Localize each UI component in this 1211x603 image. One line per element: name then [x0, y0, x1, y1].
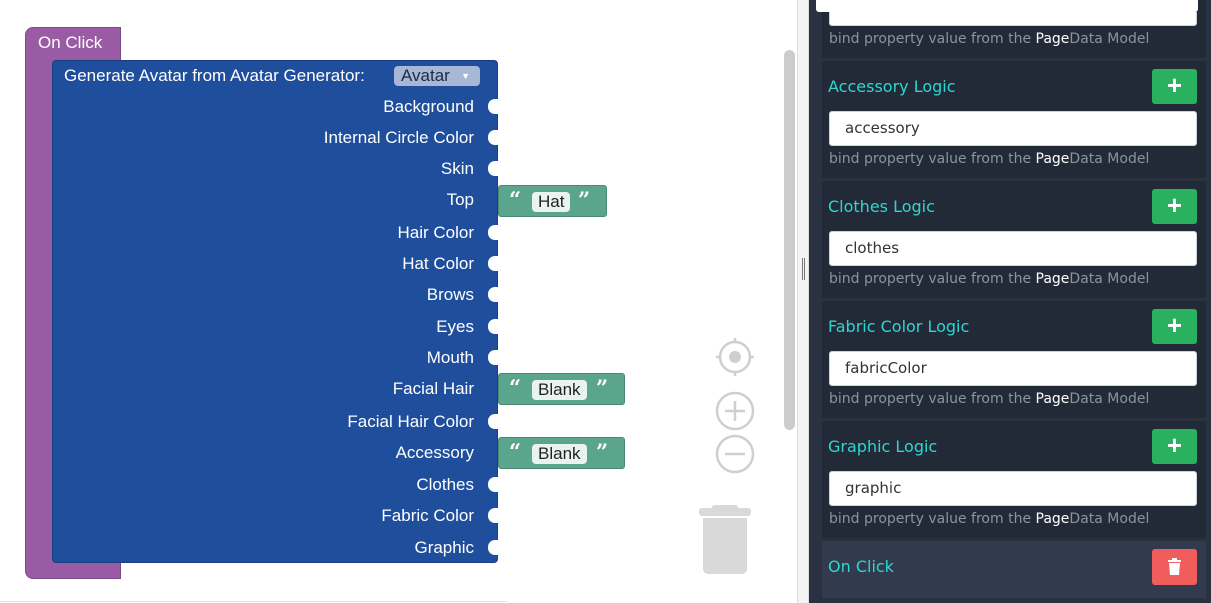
input-label-mouth: Mouth: [426, 348, 474, 367]
section-title-fabric-color: Fabric Color Logic: [828, 317, 970, 336]
splitter-grip-icon[interactable]: [802, 258, 805, 280]
accessory-logic-input[interactable]: accessory: [829, 111, 1197, 146]
input-label-graphic: Graphic: [414, 538, 474, 557]
add-accessory-logic-button[interactable]: +: [1152, 69, 1197, 104]
input-label-skin: Skin: [440, 159, 474, 178]
text-block-top[interactable]: “ Hat ”: [498, 185, 607, 217]
crosshair-icon[interactable]: [714, 336, 756, 378]
event-block-label: On Click: [38, 33, 103, 52]
add-clothes-logic-button[interactable]: +: [1152, 189, 1197, 224]
dropdown-value: Avatar: [401, 66, 450, 85]
open-quote-icon: “: [509, 375, 522, 400]
input-label-brows: Brows: [426, 285, 474, 304]
panel-splitter[interactable]: [797, 0, 809, 603]
fabric-color-logic-input[interactable]: fabricColor: [829, 351, 1197, 386]
input-label-accessory: Accessory: [395, 443, 474, 462]
clothes-logic-input[interactable]: clothes: [829, 231, 1197, 266]
input-label-internal-circle-color: Internal Circle Color: [323, 128, 474, 147]
workspace-scrollbar[interactable]: [784, 50, 795, 430]
add-graphic-logic-button[interactable]: +: [1152, 429, 1197, 464]
input-label-facial-hair: Facial Hair: [392, 379, 474, 398]
open-quote-icon: “: [509, 187, 522, 212]
minus-icon: [715, 434, 755, 474]
graphic-logic-input[interactable]: graphic: [829, 471, 1197, 506]
input-label-background: Background: [383, 97, 474, 116]
section-title-accessory: Accessory Logic: [828, 77, 956, 96]
text-block-value[interactable]: Blank: [532, 380, 587, 400]
close-quote-icon: ”: [596, 439, 609, 464]
input-socket[interactable]: [488, 540, 498, 555]
avatar-generator-dropdown[interactable]: Avatar ▼: [394, 66, 480, 86]
input-socket[interactable]: [488, 508, 498, 523]
bind-hint: bind property value from the PageData Mo…: [829, 271, 1150, 287]
input-label-fabric-color: Fabric Color: [381, 506, 474, 525]
bind-hint: bind property value from the PageData Mo…: [829, 31, 1150, 47]
text-block-value[interactable]: Blank: [532, 444, 587, 464]
input-socket[interactable]: [488, 319, 498, 334]
bind-hint: bind property value from the PageData Mo…: [829, 511, 1150, 527]
previous-section-input[interactable]: [816, 0, 1198, 12]
section-title-clothes: Clothes Logic: [828, 197, 935, 216]
text-block-value[interactable]: Hat: [532, 192, 571, 212]
zoom-in-button[interactable]: [714, 390, 756, 432]
plus-icon: [715, 391, 755, 431]
input-label-top: Top: [446, 190, 474, 209]
trash-lid: [699, 508, 751, 516]
input-label-hair-color: Hair Color: [397, 223, 474, 242]
section-title-graphic: Graphic Logic: [828, 437, 938, 456]
dropdown-caret-icon: ▼: [461, 71, 470, 81]
previous-section-input-field[interactable]: [829, 12, 1197, 26]
trash-body: [703, 518, 747, 574]
input-socket[interactable]: [488, 161, 498, 176]
close-quote-icon: ”: [596, 375, 609, 400]
input-socket[interactable]: [488, 256, 498, 271]
input-socket[interactable]: [488, 99, 498, 114]
workspace-divider: [0, 601, 507, 602]
text-block-accessory[interactable]: “ Blank ”: [498, 437, 625, 469]
input-socket[interactable]: [488, 130, 498, 145]
input-label-eyes: Eyes: [436, 317, 474, 336]
section-title-on-click: On Click: [828, 557, 894, 576]
delete-event-button[interactable]: [1152, 549, 1197, 585]
bind-hint: bind property value from the PageData Mo…: [829, 391, 1150, 407]
zoom-out-button[interactable]: [714, 433, 756, 475]
input-label-clothes: Clothes: [416, 475, 474, 494]
input-label-facial-hair-color: Facial Hair Color: [347, 412, 474, 431]
input-label-hat-color: Hat Color: [402, 254, 474, 273]
input-socket[interactable]: [488, 414, 498, 429]
text-block-facial-hair[interactable]: “ Blank ”: [498, 373, 625, 405]
trash-icon: [1168, 558, 1181, 575]
generator-block-title: Generate Avatar from Avatar Generator:: [64, 66, 365, 85]
open-quote-icon: “: [509, 439, 522, 464]
close-quote-icon: ”: [578, 187, 591, 212]
add-fabric-color-logic-button[interactable]: +: [1152, 309, 1197, 344]
bind-hint: bind property value from the PageData Mo…: [829, 151, 1150, 167]
input-socket[interactable]: [488, 350, 498, 365]
input-socket[interactable]: [488, 477, 498, 492]
input-socket[interactable]: [488, 225, 498, 240]
input-socket[interactable]: [488, 287, 498, 302]
